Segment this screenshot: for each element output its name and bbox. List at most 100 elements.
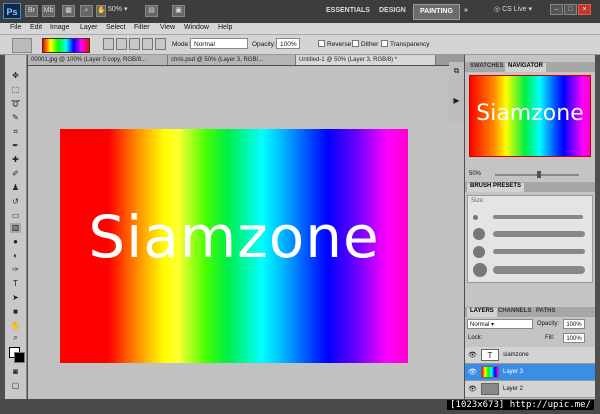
visibility-eye-icon[interactable]: 👁	[468, 351, 477, 359]
history-brush-tool-icon[interactable]: ↺	[10, 197, 21, 207]
background-color[interactable]	[14, 352, 25, 363]
tab-navigator[interactable]: NAVIGATOR	[505, 63, 547, 72]
screen-mode-icon[interactable]: ▣	[172, 5, 185, 17]
brush-preset-row[interactable]	[471, 226, 589, 242]
zoom-level-select[interactable]: 50% ▾	[108, 5, 127, 13]
restore-button[interactable]: □	[564, 4, 577, 15]
reflected-gradient-button[interactable]	[142, 38, 153, 50]
brush-preset-row[interactable]	[471, 210, 589, 226]
minimize-button[interactable]: –	[550, 4, 563, 15]
tab-channels[interactable]: CHANNELS	[495, 308, 534, 314]
move-tool-icon[interactable]: ✥	[10, 71, 21, 81]
bridge-icon[interactable]: Br	[25, 5, 38, 17]
mini-bridge-icon[interactable]: Mb	[42, 5, 55, 17]
collapsed-panel-strip: ⧉ ▶	[449, 62, 464, 122]
diamond-gradient-button[interactable]	[155, 38, 166, 50]
workspace-painting[interactable]: PAINTING	[413, 4, 460, 20]
brush-presets-list[interactable]: Size:	[467, 195, 593, 283]
dither-checkbox[interactable]	[352, 40, 359, 47]
type-tool-icon[interactable]: T	[10, 279, 21, 289]
workspace-essentials[interactable]: ESSENTIALS	[320, 4, 376, 18]
radial-gradient-button[interactable]	[116, 38, 127, 50]
hand-tool-icon[interactable]: ✋	[10, 321, 21, 331]
navigator-zoom-slider[interactable]	[495, 171, 579, 178]
navigator-thumbnail[interactable]: Siamzone	[469, 75, 591, 157]
document-canvas[interactable]: Siamzone	[60, 129, 408, 363]
tab-brush-presets[interactable]: BRUSH PRESETS	[467, 183, 525, 192]
pen-tool-icon[interactable]: ✑	[10, 265, 21, 275]
dodge-tool-icon[interactable]: ◐	[10, 251, 21, 261]
shape-tool-icon[interactable]: ■	[10, 307, 21, 317]
menu-file[interactable]: File	[10, 24, 21, 31]
brush-tip	[473, 246, 485, 258]
zoom-tool-icon[interactable]: ⌕	[10, 333, 21, 343]
healing-brush-tool-icon[interactable]: ✚	[10, 155, 21, 165]
menu-edit[interactable]: Edit	[30, 24, 42, 31]
history-panel-icon[interactable]: ⧉	[451, 66, 462, 76]
actions-panel-icon[interactable]: ▶	[451, 96, 462, 106]
tab-document-untitled[interactable]: Untitled-1 @ 50% (Layer 3, RGB/8) *	[296, 55, 436, 65]
linear-gradient-button[interactable]	[103, 38, 114, 50]
tab-swatches[interactable]: SWATCHES	[467, 63, 507, 69]
arrange-documents-icon[interactable]: ▤	[145, 5, 158, 17]
crop-tool-icon[interactable]: ⌗	[10, 127, 21, 137]
tool-preset-picker[interactable]	[12, 38, 32, 53]
marquee-tool-icon[interactable]: ⬚	[10, 85, 21, 95]
brush-preset-row[interactable]	[471, 244, 589, 260]
layer-row[interactable]: 👁 T siamzone	[465, 347, 595, 364]
visibility-eye-icon[interactable]: 👁	[468, 368, 477, 376]
guides-icon[interactable]: ▦	[62, 5, 75, 17]
workspace-more-button[interactable]: »	[458, 4, 474, 18]
reverse-checkbox[interactable]	[318, 40, 325, 47]
layers-panel-tabs: LAYERS CHANNELS PATHS	[465, 307, 595, 317]
tab-document-00001[interactable]: 00001.jpg @ 100% (Layer 0 copy, RGB/8...	[28, 55, 168, 65]
photoshop-logo: Ps	[3, 3, 21, 19]
brush-stroke-preview	[493, 249, 585, 254]
brush-size-label: Size:	[471, 198, 485, 204]
eyedropper-tool-icon[interactable]: ✒	[10, 141, 21, 151]
gradient-picker[interactable]	[42, 38, 90, 53]
menu-image[interactable]: Image	[50, 24, 69, 31]
layer-fill-field[interactable]: 100%	[563, 333, 585, 343]
mode-select[interactable]: Normal	[190, 38, 248, 49]
color-swatches[interactable]	[9, 347, 25, 363]
clone-stamp-tool-icon[interactable]: ♟	[10, 183, 21, 193]
gradient-tool-icon[interactable]: ▥	[10, 223, 21, 233]
blend-mode-select[interactable]: Normal ▾	[467, 319, 533, 329]
visibility-eye-icon[interactable]: 👁	[468, 385, 477, 393]
canvas-area[interactable]: Siamzone	[28, 66, 464, 399]
quick-selection-tool-icon[interactable]: ✎	[10, 113, 21, 123]
path-selection-tool-icon[interactable]: ➤	[10, 293, 21, 303]
layer-row[interactable]: 👁 Layer 3	[465, 364, 595, 381]
hand-tool-icon[interactable]: ✋	[96, 5, 106, 17]
lasso-tool-icon[interactable]: ➰	[10, 99, 21, 109]
screen-mode-icon[interactable]: ▢	[10, 381, 21, 391]
fill-label: Fill:	[545, 335, 555, 341]
menu-select[interactable]: Select	[106, 24, 125, 31]
menu-layer[interactable]: Layer	[80, 24, 98, 31]
cs-live-menu[interactable]: ◎ CS Live ▾	[494, 5, 532, 13]
menu-view[interactable]: View	[160, 24, 175, 31]
application-bar: Ps Br Mb ▦ ⌕ ✋ 50% ▾ ▤ ▣ ESSENTIALS DESI…	[0, 0, 600, 24]
eraser-tool-icon[interactable]: ▭	[10, 211, 21, 221]
layer-row[interactable]: 👁 Layer 2	[465, 381, 595, 398]
menu-window[interactable]: Window	[184, 24, 209, 31]
layer-opacity-field[interactable]: 100%	[563, 319, 585, 329]
menu-help[interactable]: Help	[218, 24, 232, 31]
angle-gradient-button[interactable]	[129, 38, 140, 50]
navigator-zoom-value[interactable]: 50%	[469, 171, 481, 177]
close-button[interactable]: ×	[578, 4, 591, 15]
transparency-checkbox[interactable]	[381, 40, 388, 47]
workspace-design[interactable]: DESIGN	[373, 4, 412, 18]
brush-preset-row[interactable]	[471, 262, 589, 278]
blur-tool-icon[interactable]: ●	[10, 237, 21, 247]
zoom-tool-icon[interactable]: ⌕	[80, 5, 93, 17]
menu-filter[interactable]: Filter	[134, 24, 150, 31]
opacity-field[interactable]: 100%	[276, 38, 300, 49]
brush-tool-icon[interactable]: ✐	[10, 169, 21, 179]
tab-layers[interactable]: LAYERS	[467, 308, 497, 317]
navigator-zoom-knob[interactable]	[537, 171, 541, 178]
quick-mask-icon[interactable]: ◙	[10, 367, 21, 377]
tab-paths[interactable]: PATHS	[533, 308, 558, 314]
tab-document-chris[interactable]: chris.psd @ 50% (Layer 3, RGB/...	[168, 55, 296, 65]
